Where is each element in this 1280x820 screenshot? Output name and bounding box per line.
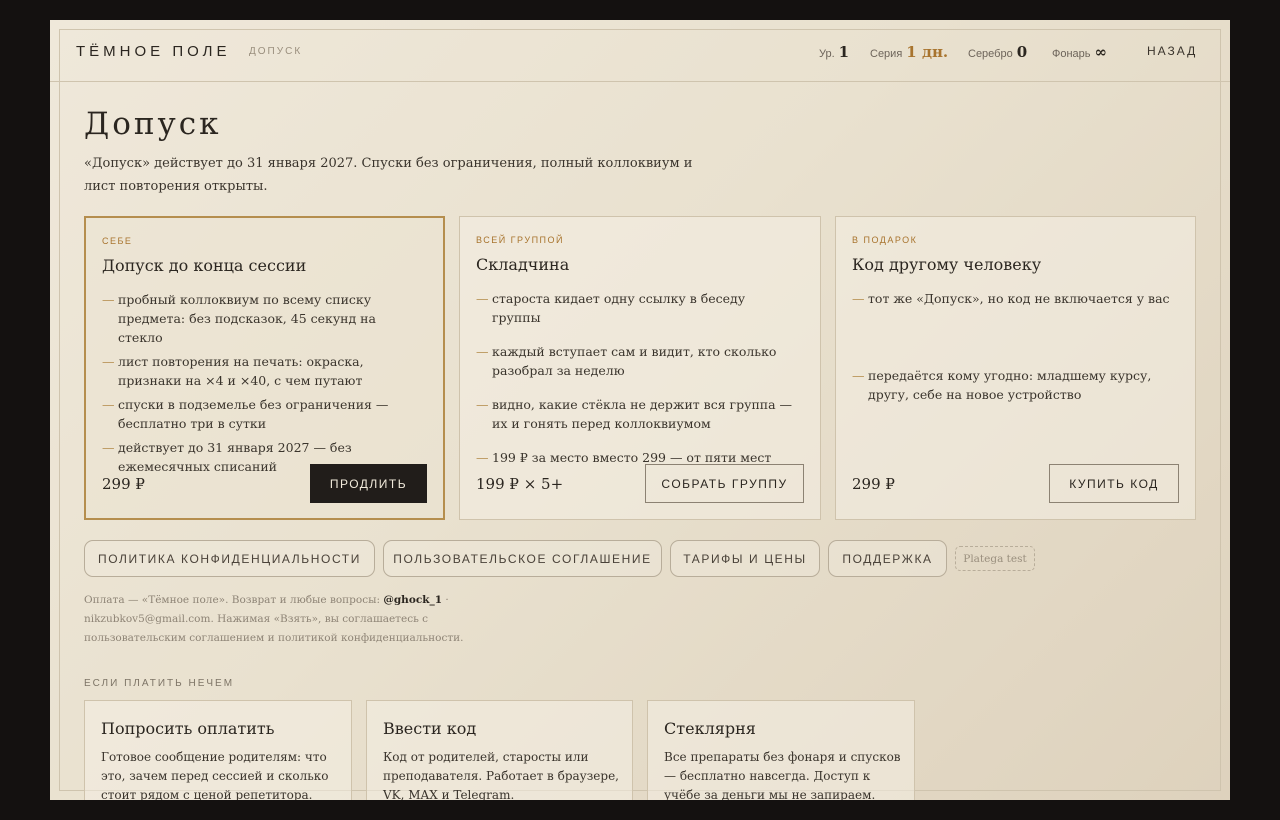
stat-streak-value: 1 дн.: [906, 43, 949, 61]
support-link[interactable]: ПОДДЕРЖКА: [828, 540, 947, 577]
alt-card-title: Попросить оплатить: [101, 719, 275, 738]
breadcrumb: ДОПУСК: [249, 46, 303, 57]
alt-card-title: Ввести код: [383, 719, 477, 738]
payment-note-text: Оплата — «Тёмное поле». Возврат и любые …: [84, 594, 384, 606]
plan-card-self: СЕБЕ Допуск до конца сессии пробный колл…: [84, 216, 445, 520]
alt-card-ask-to-pay[interactable]: Попросить оплатить Готовое сообщение род…: [84, 700, 352, 800]
plan-feature: передаётся кому угодно: младшему курсу, …: [852, 366, 1172, 404]
payment-note: Оплата — «Тёмное поле». Возврат и любые …: [84, 591, 484, 648]
alt-card-text: Все препараты без фонаря и спусков — бес…: [664, 750, 901, 800]
alt-card-enter-code[interactable]: Ввести код Код от родителей, старосты ил…: [366, 700, 633, 800]
plan-features: староста кидает одну ссылку в беседу гру…: [476, 289, 796, 467]
plan-feature: каждый вступает сам и видит, кто сколько…: [476, 342, 796, 380]
user-agreement-link[interactable]: ПОЛЬЗОВАТЕЛЬСКОЕ СОГЛАШЕНИЕ: [383, 540, 662, 577]
stat-silver-value: 0: [1016, 43, 1028, 61]
page-lead: «Допуск» действует до 31 января 2027. Сп…: [84, 156, 693, 194]
extend-button[interactable]: ПРОДЛИТЬ: [310, 464, 427, 503]
stat-silver: Серебро 0: [968, 42, 1027, 61]
stat-silver-label: Серебро: [968, 48, 1013, 60]
plan-features: пробный коллоквиум по всему списку предм…: [102, 290, 422, 476]
buy-code-button[interactable]: КУПИТЬ КОД: [1049, 464, 1179, 503]
privacy-policy-link[interactable]: ПОЛИТИКА КОНФИДЕНЦИАЛЬНОСТИ: [84, 540, 375, 577]
stat-lantern: Фонарь ∞: [1052, 42, 1107, 61]
alt-card-text: Готовое сообщение родителям: что это, за…: [101, 750, 329, 800]
alt-section-title: ЕСЛИ ПЛАТИТЬ НЕЧЕМ: [84, 678, 235, 689]
plan-card-gift: В ПОДАРОК Код другому человеку тот же «Д…: [835, 216, 1196, 520]
page-sheet: ТЁМНОЕ ПОЛЕ ДОПУСК Ур. 1 Серия 1 дн. Сереб…: [50, 20, 1230, 800]
brand-logo-text[interactable]: ТЁМНОЕ ПОЛЕ: [76, 43, 230, 60]
gather-group-button[interactable]: СОБРАТЬ ГРУППУ: [645, 464, 804, 503]
alt-card-title: Стеклярня: [664, 719, 756, 738]
plan-feature: староста кидает одну ссылку в беседу гру…: [476, 289, 796, 327]
top-bar: ТЁМНОЕ ПОЛЕ ДОПУСК Ур. 1 Серия 1 дн. Сереб…: [50, 20, 1230, 82]
support-handle-link[interactable]: @ghock_1: [383, 594, 442, 606]
stat-streak: Серия 1 дн.: [870, 42, 948, 61]
plan-kicker: ВСЕЙ ГРУППОЙ: [476, 235, 564, 245]
stat-level-value: 1: [838, 43, 850, 61]
plan-title: Складчина: [476, 255, 570, 274]
plan-price: 299 ₽: [102, 475, 145, 493]
plan-price: 299 ₽: [852, 475, 895, 493]
plan-card-group: ВСЕЙ ГРУППОЙ Складчина староста кидает о…: [459, 216, 821, 520]
alt-card-text: Код от родителей, старосты или преподава…: [383, 750, 619, 800]
alt-card-free-gallery[interactable]: Стеклярня Все препараты без фонаря и спу…: [647, 700, 915, 800]
stat-streak-label: Серия: [870, 48, 903, 60]
plan-feature: тот же «Допуск», но код не включается у …: [852, 289, 1172, 308]
plan-feature: видно, какие стёкла не держит вся группа…: [476, 395, 796, 433]
plan-title: Допуск до конца сессии: [102, 256, 307, 275]
stat-lantern-value: ∞: [1094, 43, 1108, 61]
plan-kicker: СЕБЕ: [102, 236, 133, 246]
plan-feature: спуски в подземелье без ограничения — бе…: [102, 395, 422, 433]
stat-level-label: Ур.: [819, 48, 835, 60]
tariffs-link[interactable]: ТАРИФЫ И ЦЕНЫ: [670, 540, 820, 577]
back-button[interactable]: НАЗАД: [1147, 44, 1197, 58]
plan-price: 199 ₽ × 5+: [476, 475, 564, 493]
stat-level: Ур. 1: [819, 42, 849, 61]
plan-title: Код другому человеку: [852, 255, 1042, 274]
test-mode-badge: Platega test: [955, 546, 1035, 571]
plan-feature: лист повторения на печать: окраска, приз…: [102, 352, 422, 390]
page-title: Допуск: [84, 106, 222, 142]
plan-kicker: В ПОДАРОК: [852, 235, 918, 245]
plan-features: тот же «Допуск», но код не включается у …: [852, 289, 1172, 404]
plan-feature: пробный коллоквиум по всему списку предм…: [102, 290, 422, 347]
stat-lantern-label: Фонарь: [1052, 48, 1091, 60]
